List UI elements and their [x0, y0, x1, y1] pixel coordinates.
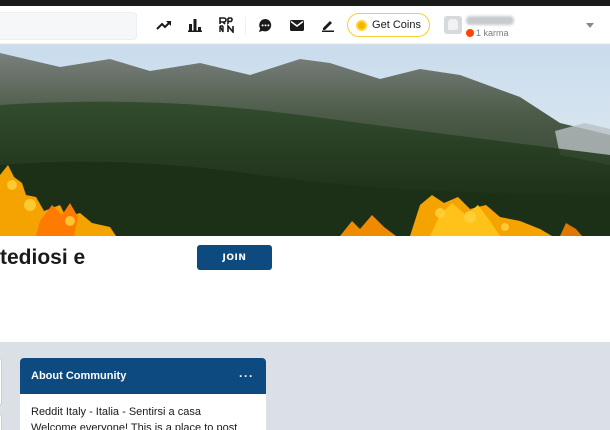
get-coins-button[interactable]: Get Coins — [347, 13, 430, 37]
trending-icon[interactable] — [154, 15, 174, 35]
post-card-edge — [0, 414, 2, 430]
karma-count: 1 karma — [466, 28, 509, 38]
community-header: tediosi e JOIN — [0, 236, 610, 342]
username-blurred — [466, 16, 514, 25]
post-card-edge — [0, 358, 2, 406]
about-line-1: Reddit Italy - Italia - Sentirsi a casa — [31, 406, 201, 418]
community-title: tediosi e — [0, 246, 86, 269]
top-header: Get Coins 1 karma — [0, 6, 610, 44]
search-input[interactable] — [0, 12, 137, 40]
about-line-2: Welcome everyone! This is a place to pos… — [31, 422, 238, 430]
user-avatar[interactable] — [444, 16, 462, 34]
get-coins-label: Get Coins — [372, 19, 421, 31]
about-community-description: Reddit Italy - Italia - Sentirsi a casa … — [20, 394, 266, 430]
community-banner — [0, 45, 610, 236]
about-community-title: About Community — [31, 370, 127, 382]
rpan-icon[interactable] — [217, 15, 237, 35]
coin-icon — [356, 19, 368, 31]
more-options-icon[interactable]: ··· — [239, 369, 254, 383]
karma-icon — [466, 29, 474, 37]
about-community-widget: About Community ··· Reddit Italy - Itali… — [20, 358, 266, 430]
chat-icon[interactable] — [255, 15, 275, 35]
header-separator — [245, 17, 246, 35]
about-community-header: About Community ··· — [20, 358, 266, 394]
join-button[interactable]: JOIN — [197, 245, 272, 270]
mail-icon[interactable] — [287, 15, 307, 35]
stats-icon[interactable] — [185, 15, 205, 35]
chevron-down-icon[interactable] — [586, 23, 594, 28]
create-post-icon[interactable] — [318, 15, 338, 35]
karma-label: 1 karma — [476, 28, 509, 38]
